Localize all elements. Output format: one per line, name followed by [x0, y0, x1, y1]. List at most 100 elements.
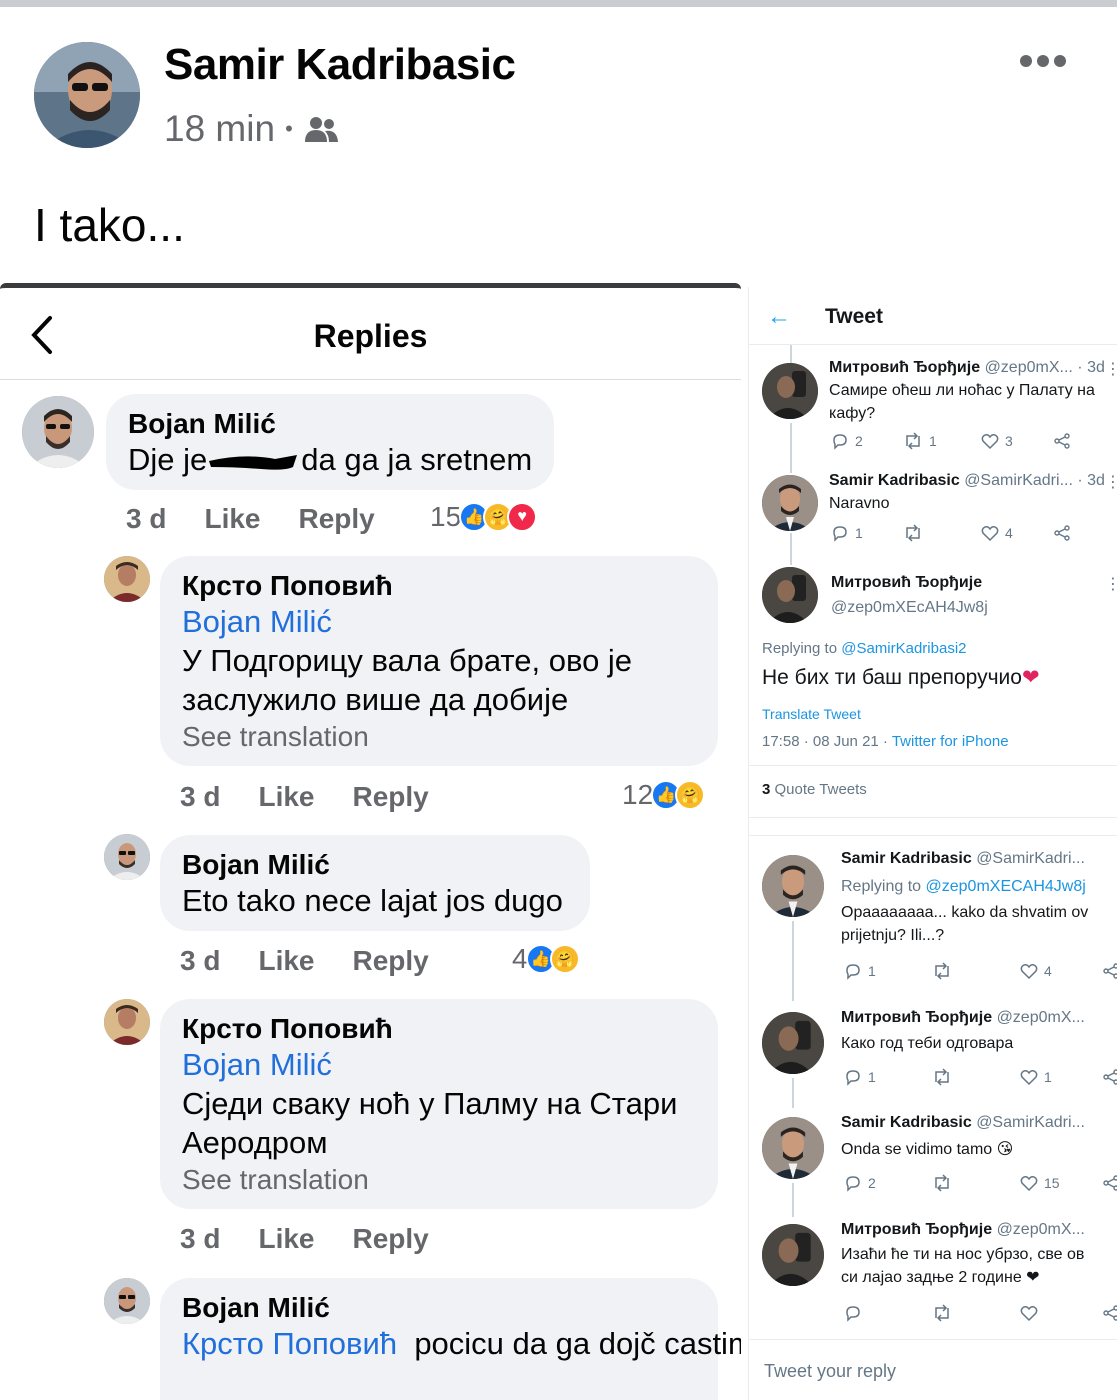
like-action[interactable]: 3: [981, 432, 1053, 450]
comment-author[interactable]: Bojan Milić: [182, 1292, 696, 1324]
back-arrow-icon[interactable]: ←: [767, 303, 791, 331]
comment-time[interactable]: 3 d: [180, 781, 220, 813]
retweet-action[interactable]: 1: [903, 432, 981, 450]
comment-author[interactable]: Крсто Поповић: [182, 1013, 696, 1045]
reply-composer-placeholder[interactable]: Tweet your reply: [764, 1361, 896, 1382]
avatar[interactable]: [762, 363, 818, 419]
reply-button[interactable]: Reply: [299, 503, 375, 535]
comment-author[interactable]: Bojan Milić: [128, 408, 532, 440]
comment-text-body: pocicu da ga dojč castim prvom prilikom: [414, 1326, 741, 1361]
post-author-avatar[interactable]: [34, 42, 140, 148]
comment-author[interactable]: Крсто Поповић: [182, 570, 696, 602]
main-tweet-author[interactable]: Митровић Ђорђије: [831, 574, 982, 592]
share-action[interactable]: [1102, 1174, 1117, 1192]
reply-author[interactable]: Митровић Ђорђије @zep0mX...: [841, 1221, 1085, 1239]
redaction-scribble: [209, 454, 298, 470]
reaction-summary[interactable]: 15 👍 🤗 ♥: [430, 501, 538, 533]
like-action[interactable]: 15: [1020, 1174, 1102, 1192]
tweet-author[interactable]: Митровић Ђорђије @zep0mX... · 3d: [829, 359, 1105, 377]
reaction-summary[interactable]: 4 👍 🤗: [512, 943, 580, 975]
retweet-action[interactable]: [932, 1304, 1020, 1322]
share-action[interactable]: [1102, 962, 1117, 980]
reply-text-line: prijetnju? Ili...?: [841, 927, 945, 944]
reply-button[interactable]: Reply: [353, 1223, 429, 1255]
avatar[interactable]: [22, 396, 94, 468]
tweet-menu-icon[interactable]: ⋮: [1105, 472, 1117, 492]
share-action[interactable]: [1053, 432, 1071, 450]
avatar[interactable]: [104, 834, 150, 880]
tweet-actions: 1 1: [844, 1068, 1117, 1086]
retweet-action[interactable]: [932, 962, 1020, 980]
retweet-count: 1: [929, 433, 937, 449]
reply-count: 2: [868, 1175, 876, 1191]
comment-time[interactable]: 3 d: [180, 945, 220, 977]
translate-tweet-link[interactable]: Translate Tweet: [762, 706, 861, 722]
tweet-menu-icon[interactable]: ⋮: [1105, 574, 1117, 594]
avatar[interactable]: [762, 1117, 824, 1179]
like-action[interactable]: 4: [981, 524, 1053, 542]
reply-action[interactable]: 1: [844, 962, 932, 980]
see-translation-link[interactable]: See translation: [182, 719, 696, 755]
reply-action[interactable]: 1: [844, 1068, 932, 1086]
post-author-name[interactable]: Samir Kadribasic: [164, 40, 516, 90]
author-name: Samir Kadribasic: [829, 472, 960, 489]
like-action[interactable]: 1: [1020, 1068, 1102, 1086]
more-options-button[interactable]: [1018, 46, 1068, 76]
like-button[interactable]: Like: [258, 781, 314, 813]
like-button[interactable]: Like: [258, 1223, 314, 1255]
replies-title: Replies: [313, 318, 428, 354]
reply-action[interactable]: 2: [831, 432, 903, 450]
retweet-action[interactable]: [932, 1068, 1020, 1086]
see-translation-link[interactable]: See translation: [182, 1162, 696, 1198]
replying-to-link[interactable]: @SamirKadribasi2: [841, 640, 966, 657]
replying-to-link[interactable]: @zep0mXECAH4Jw8j: [926, 878, 1086, 895]
quote-tweets-link[interactable]: 3 Quote Tweets: [762, 781, 867, 798]
dot-icon: [1020, 55, 1032, 67]
avatar[interactable]: [762, 475, 818, 531]
comment-mention[interactable]: Bojan Milić: [182, 602, 696, 641]
post-time[interactable]: 18 min: [164, 108, 275, 150]
reply-icon: [846, 1070, 860, 1086]
share-action[interactable]: [1102, 1068, 1117, 1086]
comment-mention[interactable]: Bojan Milić: [182, 1045, 696, 1084]
comment-mention[interactable]: Крсто Поповић: [182, 1326, 397, 1361]
reply-action[interactable]: 2: [844, 1174, 932, 1192]
reaction-count: 12: [622, 779, 654, 810]
fb-replies-screenshot: Replies Bojan Milić Dje je da ga ja sretn…: [0, 283, 741, 1400]
like-action[interactable]: 4: [1020, 962, 1102, 980]
comment-time[interactable]: 3 d: [126, 503, 166, 535]
comment-time[interactable]: 3 d: [180, 1223, 220, 1255]
reaction-summary[interactable]: 12 👍 🤗: [622, 779, 706, 811]
avatar[interactable]: [762, 567, 818, 623]
reply-author[interactable]: Samir Kadribasic @SamirKadri...: [841, 1114, 1085, 1132]
reply-action[interactable]: 1: [831, 524, 903, 542]
reply-action[interactable]: [844, 1304, 932, 1322]
reply-text-line: Opaaaaaaaa... kako da shvatim ov: [841, 904, 1089, 921]
tweet-author[interactable]: Samir Kadribasic @SamirKadri... · 3d: [829, 472, 1105, 490]
post-text: I tako...: [34, 199, 185, 251]
comment-actions: 3 d Like Reply: [180, 945, 429, 977]
retweet-action[interactable]: [932, 1174, 1020, 1192]
avatar[interactable]: [762, 1012, 824, 1074]
like-button[interactable]: Like: [258, 945, 314, 977]
retweet-action[interactable]: [903, 524, 981, 542]
comment-author[interactable]: Bojan Milić: [182, 849, 568, 881]
share-action[interactable]: [1102, 1304, 1117, 1322]
reply-author[interactable]: Митровић Ђорђије @zep0mX...: [841, 1009, 1085, 1027]
avatar[interactable]: [104, 999, 150, 1045]
comment-actions: 3 d Like Reply: [126, 503, 375, 535]
main-tweet-handle[interactable]: @zep0mXEcAH4Jw8j: [831, 599, 988, 617]
reply-author[interactable]: Samir Kadribasic @SamirKadri...: [841, 850, 1085, 868]
share-action[interactable]: [1053, 524, 1071, 542]
tweet-menu-icon[interactable]: ⋮: [1105, 359, 1117, 379]
like-action[interactable]: [1020, 1304, 1102, 1322]
replying-to: Replying to @zep0mXECAH4Jw8j: [841, 875, 1086, 898]
avatar[interactable]: [104, 1278, 150, 1324]
avatar[interactable]: [762, 1224, 824, 1286]
tweet-source-link[interactable]: Twitter for iPhone: [892, 733, 1009, 750]
avatar[interactable]: [104, 556, 150, 602]
like-button[interactable]: Like: [204, 503, 260, 535]
reply-button[interactable]: Reply: [353, 945, 429, 977]
avatar[interactable]: [762, 855, 824, 917]
reply-button[interactable]: Reply: [353, 781, 429, 813]
